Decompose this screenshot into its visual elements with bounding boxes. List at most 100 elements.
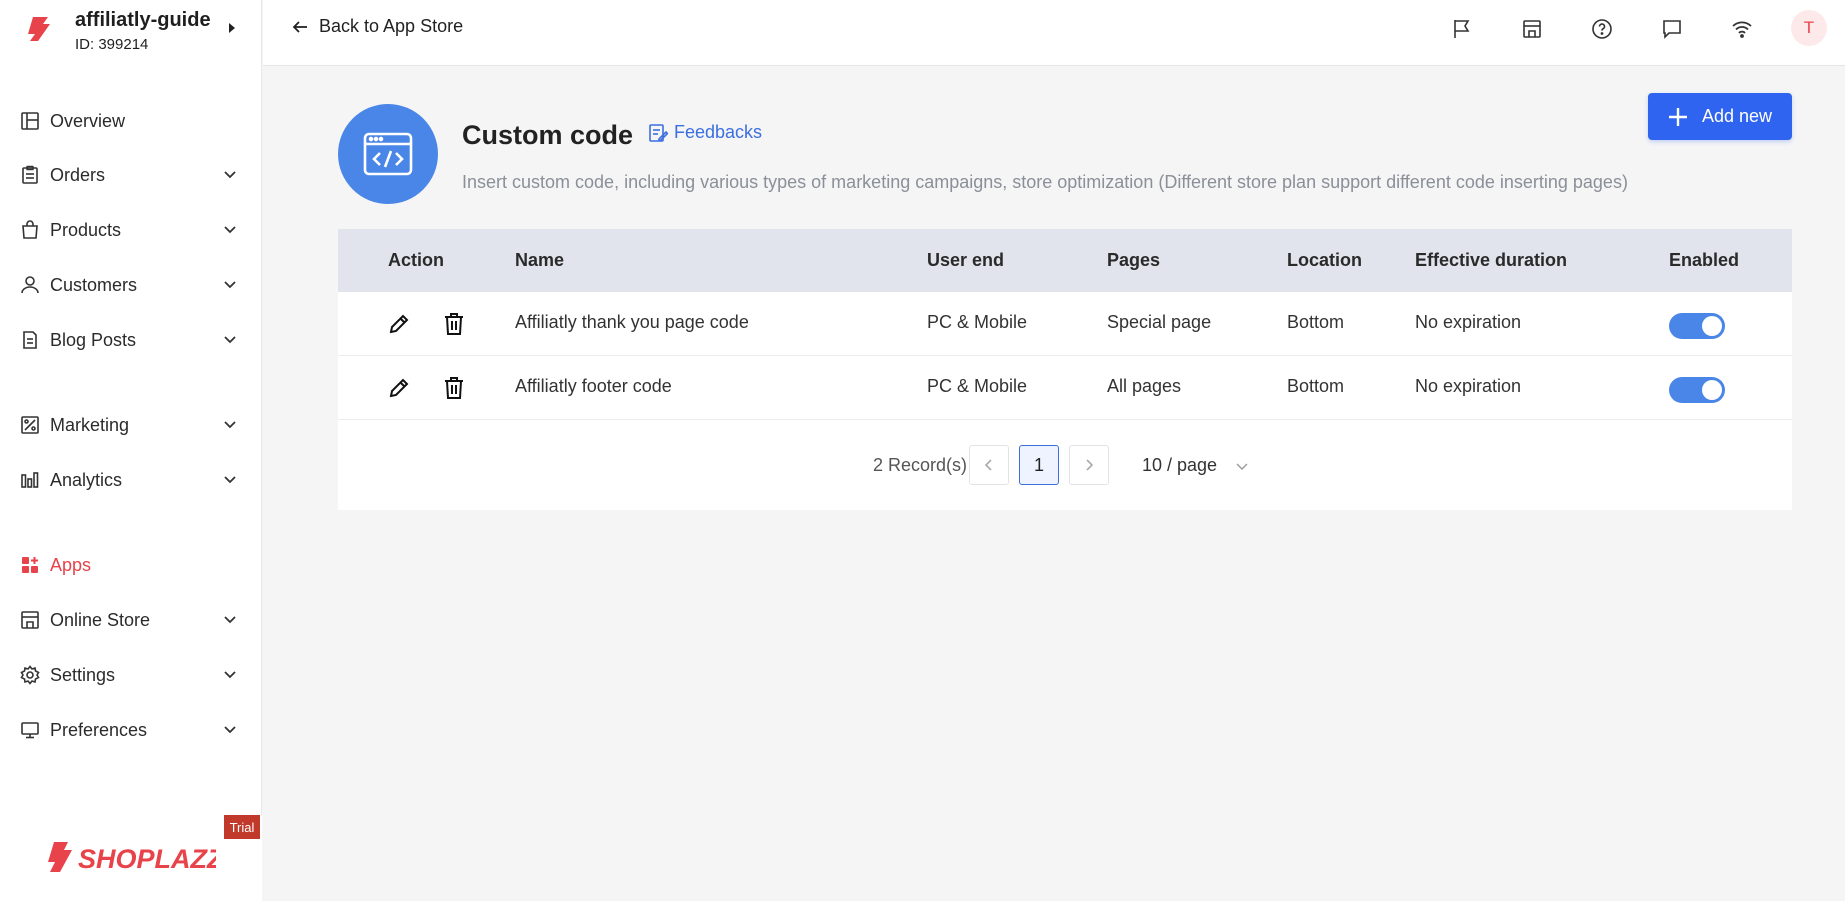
sidebar-item-label: Apps (50, 554, 92, 575)
clipboard-icon (19, 164, 41, 186)
sidebar-item-label: Settings (50, 664, 116, 685)
page-size-select[interactable]: 10 / page (1142, 455, 1249, 476)
table-header: Action Name User end Pages Location Effe… (338, 229, 1792, 292)
chat-icon[interactable] (1659, 16, 1685, 42)
shoplazza-logo-icon (28, 17, 50, 41)
chevron-down-icon (224, 671, 236, 679)
column-header-enabled: Enabled (1669, 250, 1740, 270)
row-name: Affiliatly footer code (515, 376, 672, 396)
chevron-down-icon (224, 476, 236, 484)
row-pages: Special page (1107, 312, 1212, 332)
next-page-button[interactable] (1069, 445, 1109, 485)
sidebar-item-analytics[interactable]: Analytics (0, 458, 262, 502)
page-size-value: 10 / page (1142, 455, 1218, 475)
column-header-pages: Pages (1107, 250, 1161, 270)
row-user-end: PC & Mobile (927, 376, 1028, 396)
marketing-icon (19, 414, 41, 436)
flag-icon[interactable] (1449, 16, 1475, 42)
row-duration: No expiration (1415, 312, 1522, 332)
table-row: Affiliatly thank you page code PC & Mobi… (338, 292, 1792, 356)
feedbacks-link[interactable]: Feedbacks (648, 122, 762, 143)
chevron-down-icon (224, 171, 236, 179)
back-to-app-store-link[interactable]: Back to App Store (291, 16, 463, 37)
chevron-down-icon (224, 336, 236, 344)
enabled-toggle[interactable] (1669, 377, 1725, 403)
chevron-down-icon (224, 616, 236, 624)
feedbacks-label: Feedbacks (674, 122, 763, 142)
row-user-end: PC & Mobile (927, 312, 1028, 332)
sidebar-item-label: Blog Posts (50, 329, 137, 350)
custom-code-app-icon (338, 104, 438, 204)
avatar[interactable]: T (1791, 10, 1827, 46)
add-new-button[interactable]: Add new (1648, 93, 1792, 140)
chevron-down-icon (224, 281, 236, 289)
column-header-location: Location (1287, 250, 1362, 270)
bar-chart-icon (19, 469, 41, 491)
sidebar-item-online-store[interactable]: Online Store (0, 598, 262, 642)
edit-pencil-icon[interactable] (387, 376, 409, 400)
column-header-user-end: User end (927, 250, 1005, 270)
sidebar-item-blog-posts[interactable]: Blog Posts (0, 318, 262, 362)
sidebar-item-marketing[interactable]: Marketing (0, 403, 262, 447)
row-pages: All pages (1107, 376, 1182, 396)
sidebar-item-label: Products (50, 219, 122, 240)
page-1-button[interactable]: 1 (1019, 445, 1059, 485)
custom-code-table: Action Name User end Pages Location Effe… (338, 229, 1792, 510)
trial-badge: Trial (224, 815, 260, 839)
sidebar-item-orders[interactable]: Orders (0, 153, 262, 197)
sidebar-item-settings[interactable]: Settings (0, 653, 262, 697)
sidebar-item-label: Analytics (50, 469, 123, 490)
document-icon (19, 329, 41, 351)
sidebar-item-products[interactable]: Products (0, 208, 262, 252)
user-icon (19, 274, 41, 296)
records-count: 2 Record(s) (873, 455, 968, 475)
storefront-icon (19, 609, 41, 631)
sidebar-item-customers[interactable]: Customers (0, 263, 262, 307)
sidebar-item-apps[interactable]: Apps (0, 543, 262, 587)
sidebar-item-preferences[interactable]: Preferences (0, 708, 262, 752)
apps-icon (19, 554, 41, 576)
top-bar: Back to App Store T (263, 0, 1845, 66)
add-new-label: Add new (1701, 106, 1773, 126)
column-header-action: Action (388, 250, 444, 270)
back-label: Back to App Store (319, 16, 464, 36)
chevron-right-icon (1086, 459, 1094, 471)
shoplazza-brand-logo: SHOPLAZZA (48, 842, 216, 874)
sidebar: affiliatly-guide ID: 399214 Overview Ord… (0, 0, 262, 901)
column-header-effective-duration: Effective duration (1415, 250, 1568, 270)
svg-text:SHOPLAZZA: SHOPLAZZA (78, 844, 216, 874)
edit-pencil-icon[interactable] (387, 312, 409, 336)
table-row: Affiliatly footer code PC & Mobile All p… (338, 356, 1792, 420)
delete-trash-icon[interactable] (443, 376, 465, 400)
page-description: Insert custom code, including various ty… (462, 172, 1628, 192)
enabled-toggle[interactable] (1669, 313, 1725, 339)
row-location: Bottom (1287, 312, 1345, 332)
sidebar-item-overview[interactable]: Overview (0, 99, 262, 143)
row-duration: No expiration (1415, 376, 1522, 396)
sidebar-item-label: Marketing (50, 414, 130, 435)
gear-icon (19, 664, 41, 686)
sidebar-item-label: Overview (50, 110, 126, 131)
layout-icon (19, 110, 41, 132)
delete-trash-icon[interactable] (443, 312, 465, 336)
wifi-icon[interactable] (1729, 16, 1755, 42)
store-id: ID: 399214 (75, 36, 149, 53)
chevron-down-icon (224, 421, 236, 429)
arrow-left-icon (292, 20, 307, 33)
plus-icon (1668, 107, 1687, 126)
chevron-down-icon (224, 726, 236, 734)
chevron-down-icon (1236, 463, 1248, 470)
sidebar-item-label: Preferences (50, 719, 148, 740)
sidebar-item-label: Orders (50, 164, 106, 185)
monitor-icon (19, 719, 41, 741)
row-location: Bottom (1287, 376, 1345, 396)
help-icon[interactable] (1589, 16, 1615, 42)
sidebar-item-label: Online Store (50, 609, 151, 630)
store-name: affiliatly-guide (75, 9, 211, 31)
store-icon[interactable] (1519, 16, 1545, 42)
sidebar-item-label: Customers (50, 274, 138, 295)
column-header-name: Name (515, 250, 565, 270)
caret-right-icon[interactable] (226, 20, 238, 36)
previous-page-button[interactable] (969, 445, 1009, 485)
store-switcher[interactable]: affiliatly-guide ID: 399214 (0, 0, 262, 60)
